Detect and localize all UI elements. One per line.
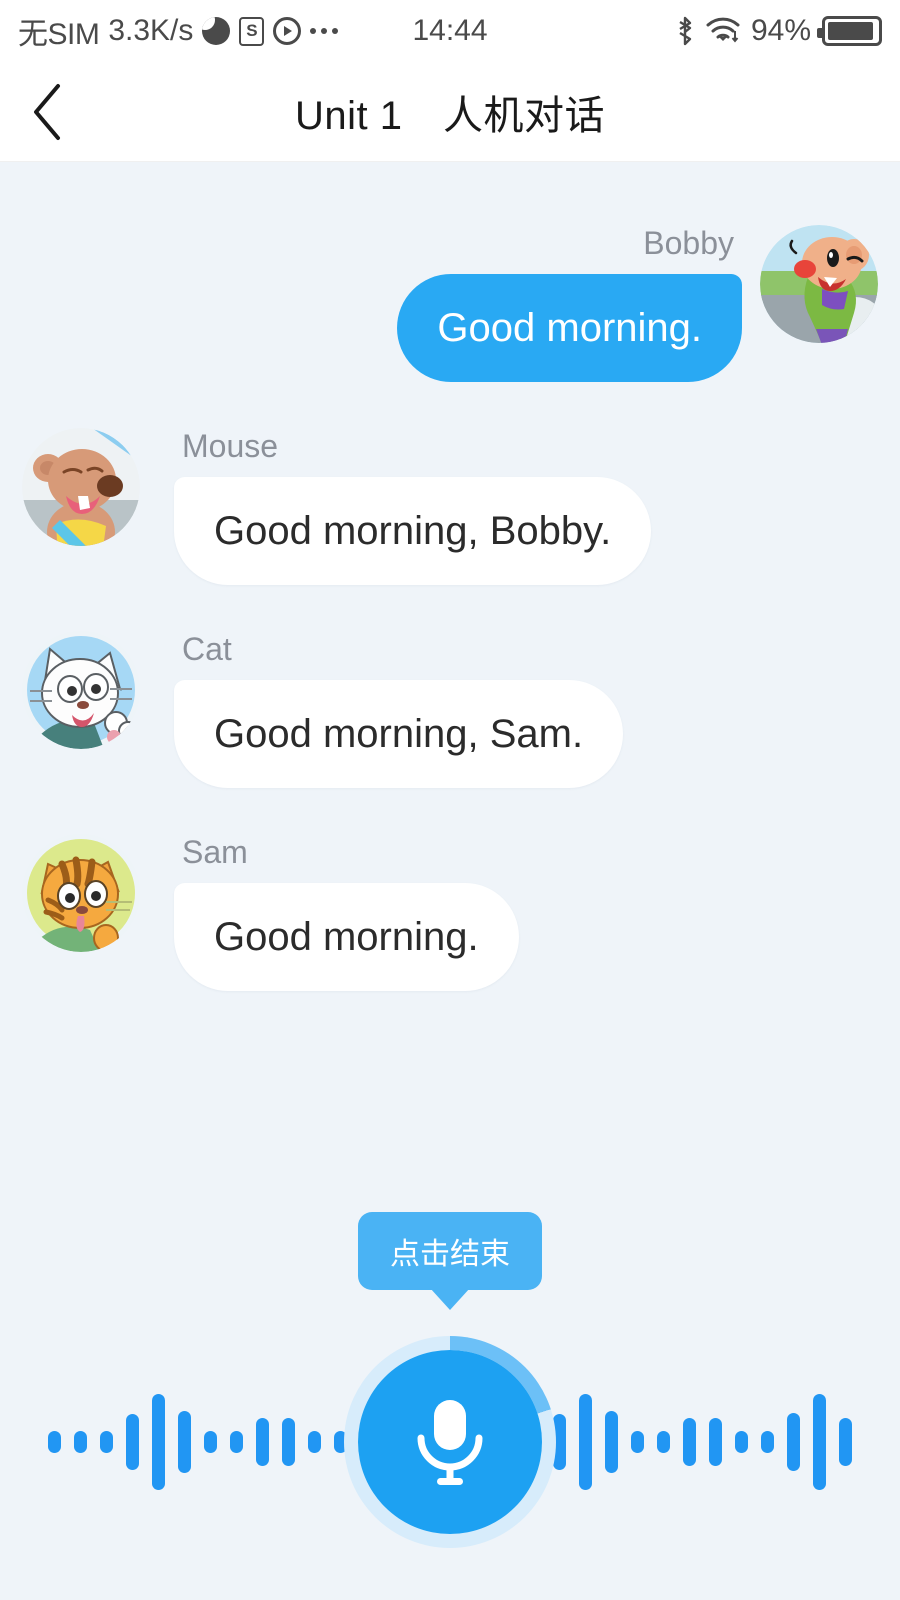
bobby-avatar[interactable] bbox=[760, 225, 878, 343]
waveform-bar bbox=[735, 1431, 748, 1453]
status-bar: 无SIM 3.3K/s S 14:44 94% bbox=[0, 0, 900, 62]
waveform-bar bbox=[579, 1394, 592, 1490]
speaker-name: Bobby bbox=[643, 225, 734, 261]
microphone-icon bbox=[417, 1400, 483, 1485]
message-bubble[interactable]: Good morning. bbox=[174, 883, 519, 991]
page-title: Unit 1 人机对话 bbox=[295, 93, 605, 138]
network-speed-label: 3.3K/s bbox=[108, 14, 194, 47]
waveform-bar bbox=[126, 1414, 139, 1470]
message-bubble[interactable]: Good morning, Bobby. bbox=[174, 477, 652, 585]
waveform-bar bbox=[256, 1418, 269, 1466]
waveform-bar bbox=[308, 1431, 321, 1453]
carrier-label: 无SIM bbox=[18, 18, 100, 51]
chat-scroll-area[interactable]: Bobby Good morning. Mouse Good morning, … bbox=[0, 163, 900, 1600]
message-column: Mouse Good morning, Bobby. bbox=[174, 428, 652, 585]
waveform-bar bbox=[813, 1394, 826, 1490]
waveform-bar bbox=[839, 1418, 852, 1466]
waveform-bar bbox=[204, 1431, 217, 1453]
bluetooth-icon bbox=[675, 15, 695, 47]
play-icon bbox=[273, 17, 302, 45]
waveform-bar bbox=[152, 1394, 165, 1490]
message-column: Cat Good morning, Sam. bbox=[174, 631, 624, 788]
record-control-area: 点击结束 bbox=[0, 1200, 900, 1600]
chat-message-sam: Sam Good morning. bbox=[0, 834, 900, 991]
message-bubble[interactable]: Good morning, Sam. bbox=[174, 680, 624, 788]
battery-icon bbox=[817, 16, 882, 46]
waveform-bar bbox=[631, 1431, 644, 1453]
waveform-bar bbox=[48, 1431, 61, 1453]
waveform-bar bbox=[230, 1431, 243, 1453]
message-column: Bobby Good morning. bbox=[397, 225, 742, 382]
chat-message-cat: Cat Good morning, Sam. bbox=[0, 631, 900, 788]
more-dots-icon bbox=[310, 28, 339, 34]
message-column: Sam Good morning. bbox=[174, 834, 519, 991]
waveform-bar bbox=[178, 1411, 191, 1473]
mic-record-button[interactable] bbox=[358, 1350, 542, 1534]
chat-message-mouse: Mouse Good morning, Bobby. bbox=[0, 428, 900, 585]
stop-recording-tooltip[interactable]: 点击结束 bbox=[358, 1212, 542, 1290]
waveform-bar bbox=[282, 1418, 295, 1466]
waveform-bar bbox=[683, 1418, 696, 1466]
waveform-bar bbox=[787, 1413, 800, 1471]
back-button[interactable] bbox=[0, 62, 96, 162]
cat-avatar[interactable] bbox=[22, 631, 140, 749]
mic-button-wrapper bbox=[344, 1336, 556, 1548]
chat-message-bobby: Bobby Good morning. bbox=[0, 225, 900, 382]
status-bar-right: 94% bbox=[675, 14, 882, 48]
back-chevron-icon bbox=[34, 83, 60, 140]
battery-percent-label: 94% bbox=[750, 14, 811, 47]
waveform-bar bbox=[605, 1411, 618, 1473]
status-bar-left: 无SIM 3.3K/s S bbox=[18, 9, 339, 53]
speaker-name: Cat bbox=[182, 631, 232, 667]
waveform-bar bbox=[100, 1431, 113, 1453]
waveform-bar bbox=[657, 1431, 670, 1453]
message-bubble[interactable]: Good morning. bbox=[397, 274, 742, 382]
sam-avatar[interactable] bbox=[22, 834, 140, 952]
wifi-icon bbox=[706, 17, 740, 45]
speaker-name: Sam bbox=[182, 834, 248, 870]
weather-icon bbox=[202, 17, 231, 45]
mouse-avatar[interactable] bbox=[22, 428, 140, 546]
app-header: Unit 1 人机对话 bbox=[0, 62, 900, 162]
waveform-bar bbox=[761, 1431, 774, 1453]
sogou-icon: S bbox=[239, 16, 265, 46]
clock-label: 14:44 bbox=[412, 14, 488, 47]
waveform-bar bbox=[74, 1431, 87, 1453]
speaker-name: Mouse bbox=[182, 428, 279, 464]
waveform-bar bbox=[709, 1418, 722, 1466]
